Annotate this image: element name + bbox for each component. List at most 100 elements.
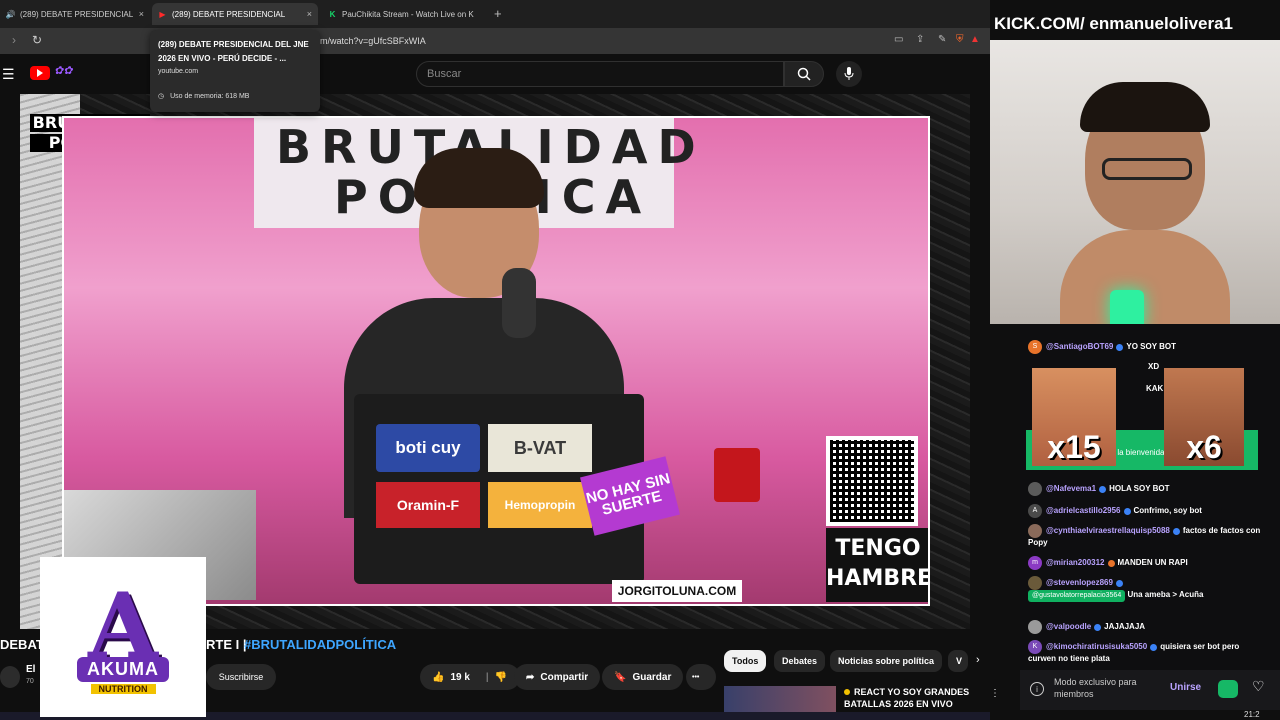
channel-name[interactable]: El	[26, 664, 35, 675]
url-text[interactable]: m/watch?v=gUfcSBFxWIA	[320, 36, 426, 46]
chat-message: @valpoodle JAJAJAJA	[1028, 620, 1266, 634]
close-tab-icon[interactable]: ×	[307, 9, 312, 19]
reload-icon[interactable]: ↻	[32, 33, 42, 47]
doodle-icon[interactable]: ✿✿	[54, 64, 94, 82]
chat-message: @stevenlopez869 @gustavolatorrepalacio35…	[1028, 576, 1266, 602]
chat-username[interactable]: @Nafevema1	[1046, 484, 1096, 493]
chat-message: m @mirian200312 MANDEN UN RAPI	[1028, 556, 1266, 570]
chip-todos[interactable]: Todos	[724, 650, 767, 672]
chat-message: K @kimochiratirusisuka5050 quisiera ser bo…	[1028, 640, 1266, 664]
chip-noticias[interactable]: Noticias sobre política	[830, 650, 943, 672]
browser-tab-debate-2[interactable]: ▶ (289) DEBATE PRESIDENCIAL ×	[152, 3, 318, 25]
subscribe-button[interactable]: Suscribirse	[206, 664, 276, 690]
webcam-person-body	[1060, 230, 1230, 324]
akuma-name: AKUMA	[77, 656, 169, 682]
sticker-bvat: B-VAT	[488, 424, 592, 472]
title-part-2: RTE I |	[206, 637, 247, 652]
tab-title: (289) DEBATE PRESIDENCIAL	[172, 9, 286, 19]
chip-more[interactable]: V	[948, 650, 968, 672]
chat-username[interactable]: @kimochiratirusisuka5050	[1046, 642, 1147, 651]
chat-avatar: S	[1028, 340, 1042, 354]
sticker-boticuy: boti cuy	[376, 424, 480, 472]
brave-shield-icon[interactable]: ⛨	[956, 34, 964, 45]
cast-icon[interactable]: ▭	[894, 34, 903, 45]
rec-menu-icon[interactable]: ⋮	[990, 688, 1000, 699]
sub-badge-icon	[1107, 559, 1115, 567]
channel-subscribers: 70	[26, 678, 34, 685]
video-player[interactable]: BRUTALIDAD POLÍTICA BRUTALIDAD POLÍTICA …	[20, 94, 970, 629]
chat-username[interactable]: @stevenlopez869	[1046, 578, 1113, 587]
heart-icon[interactable]: ♡	[1252, 678, 1265, 695]
more-actions-button[interactable]: •••	[686, 664, 716, 690]
address-bar: › ↻ m/watch?v=gUfcSBFxWIA ▭ ⇪ ✎ ⛨ ▲	[0, 28, 990, 54]
chat-username[interactable]: @valpoodle	[1046, 622, 1091, 631]
related-chips: Todos Debates Noticias sobre política V …	[724, 650, 990, 674]
tooltip-domain: youtube.com	[158, 68, 199, 75]
extension-icon[interactable]: ✎	[938, 34, 946, 45]
chat-text: KAK	[1146, 384, 1164, 393]
share-button[interactable]: ➦ Compartir	[514, 664, 601, 690]
share-arrow-icon: ➦	[526, 671, 535, 683]
rec-thumbnail[interactable]	[724, 686, 836, 712]
verified-badge-icon	[1172, 527, 1180, 535]
youtube-logo-icon[interactable]	[30, 66, 50, 80]
chat-message: S @SantiagoBOT69 YO SOY BOT	[1028, 340, 1266, 354]
voice-search-button[interactable]	[836, 61, 862, 87]
share-icon[interactable]: ⇪	[916, 34, 924, 45]
join-button[interactable]: Unirse	[1170, 682, 1201, 693]
reply-mention[interactable]: @gustavolatorrepalacio3564	[1028, 590, 1126, 602]
verified-badge-icon	[1150, 643, 1158, 651]
info-icon[interactable]: i	[1030, 682, 1044, 696]
chat-avatar	[1028, 524, 1042, 538]
emote-right-count: x6	[1186, 429, 1222, 465]
bookmark-icon: 🔖	[614, 671, 627, 683]
search-button[interactable]	[784, 61, 824, 87]
chat-message: @Nafevema1 HOLA SOY BOT	[1028, 482, 1266, 496]
search-input[interactable]	[417, 62, 783, 86]
recommended-video[interactable]: REACT YO SOY GRANDES BATALLAS 2026 EN VI…	[724, 684, 1000, 712]
chat-text: XD	[1148, 362, 1160, 371]
streamer-webcam	[990, 40, 1280, 324]
tooltip-title: (289) DEBATE PRESIDENCIAL DEL JNE 2026 E…	[158, 40, 309, 63]
forward-icon[interactable]: ›	[12, 33, 16, 47]
chat-username[interactable]: @adrielcastillo2956	[1046, 506, 1121, 515]
live-dot-icon	[844, 689, 850, 695]
new-tab-button[interactable]: +	[494, 6, 502, 21]
chat-text: HOLA SOY BOT	[1109, 484, 1170, 494]
emote-face-left: x15	[1032, 368, 1116, 466]
chat-message: @cynthiaelviraestrellaquisp5088 factos de…	[1028, 524, 1266, 548]
chat-username[interactable]: @cynthiaelviraestrellaquisp5088	[1046, 526, 1170, 535]
browser-tab-debate-1[interactable]: 🔊 (289) DEBATE PRESIDENCIAL ×	[0, 3, 150, 25]
rewards-icon[interactable]: ▲	[970, 34, 980, 45]
channel-avatar[interactable]	[0, 666, 20, 688]
tab-title: PauChikita Stream - Watch Live on K	[342, 9, 474, 19]
emote-left-count: x15	[1047, 429, 1101, 465]
rec-title: REACT YO SOY GRANDES BATALLAS 2026 EN VI…	[844, 687, 970, 709]
like-button[interactable]: 👍 19 k | 👎	[420, 664, 520, 690]
tab-hover-card: (289) DEBATE PRESIDENCIAL DEL JNE 2026 E…	[150, 30, 320, 112]
thumbs-down-icon[interactable]: 👎	[495, 672, 507, 683]
speaker-icon: 🔊	[5, 9, 16, 19]
menu-icon[interactable]: ☰	[2, 66, 15, 83]
webcam-green-light	[1110, 290, 1144, 324]
tab-title: (289) DEBATE PRESIDENCIAL	[20, 9, 134, 19]
chat-avatar: A	[1028, 504, 1042, 518]
microphone	[502, 268, 536, 338]
coin-icon[interactable]	[1218, 680, 1238, 698]
chip-debates[interactable]: Debates	[774, 650, 826, 672]
chat-username[interactable]: @SantiagoBOT69	[1046, 342, 1113, 351]
chevron-right-icon[interactable]: ›	[976, 654, 980, 666]
chat-avatar	[1028, 620, 1042, 634]
close-tab-icon[interactable]: ×	[139, 9, 144, 19]
chat-text: Una ameba > Acuña	[1127, 590, 1204, 599]
search-icon	[797, 67, 811, 81]
title-hashtag[interactable]: #BRUTALIDADPOLÍTICA	[244, 637, 396, 652]
chat-username[interactable]: @mirian200312	[1046, 558, 1105, 567]
memory-icon: ◷	[158, 93, 165, 100]
tengo-hambre-sign: TENGO HAMBRE	[826, 528, 928, 602]
thumbs-up-icon: 👍	[432, 671, 445, 683]
browser-tab-kick[interactable]: K PauChikita Stream - Watch Live on K	[322, 3, 488, 25]
system-clock: 21:2	[1244, 710, 1260, 719]
verified-badge-icon	[1115, 579, 1123, 587]
save-button[interactable]: 🔖 Guardar	[602, 664, 684, 690]
